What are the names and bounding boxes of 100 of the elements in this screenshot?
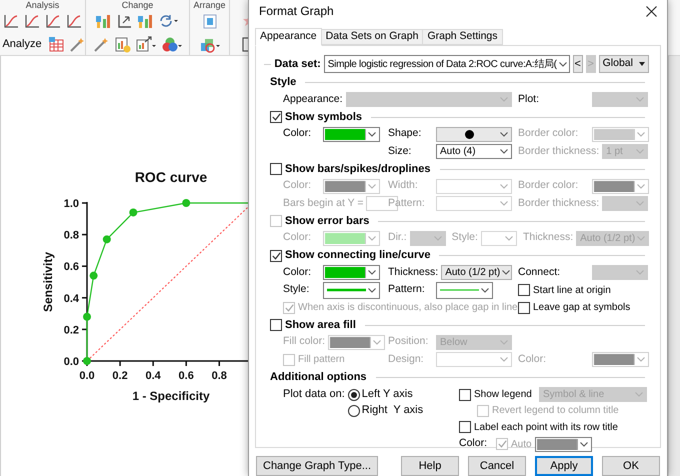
checkmark-icon: [272, 113, 280, 121]
axes-icon[interactable]: [116, 13, 133, 30]
axis-tick-label: 0.4: [64, 292, 79, 305]
checkbox[interactable]: [270, 250, 282, 262]
combo-box[interactable]: Auto (4): [436, 144, 512, 160]
curve-chart-icon[interactable]: [2, 13, 20, 30]
field-label: Color:: [518, 352, 548, 367]
scrollbar[interactable]: [668, 56, 680, 476]
bar-chart-icon[interactable]: [137, 13, 154, 30]
chart-add-icon[interactable]: [114, 36, 130, 53]
checkbox[interactable]: [270, 163, 282, 175]
checkbox[interactable]: [518, 302, 530, 314]
dropdown[interactable]: Auto (1/2 pt): [441, 265, 512, 280]
caret-icon: [368, 132, 376, 137]
checkbox-label: Auto: [511, 438, 532, 452]
dialog-button[interactable]: Help: [401, 456, 459, 476]
axis-tick-label: 0.8: [212, 370, 227, 382]
caret-icon: [481, 288, 489, 293]
ribbon-group-label: Analysis: [26, 0, 60, 10]
field-label: Color:: [283, 126, 312, 142]
line-style-dropdown[interactable]: [323, 282, 380, 299]
dropdown[interactable]: Simple logistic regression of Data 2:ROC curve:A:结局(: [324, 55, 570, 73]
axis-tick-label: 0.0: [79, 370, 95, 382]
caret-icon: [368, 236, 376, 241]
dialog-button[interactable]: Apply: [535, 456, 593, 476]
checkbox-label: Label each point with its row title: [474, 420, 618, 434]
checkmark-icon: [284, 304, 294, 312]
field-label: Pattern:: [388, 282, 426, 298]
caret-icon: [500, 149, 508, 154]
field-label: Plot data on:: [283, 387, 345, 402]
checkbox-label: When axis is discontinuous, also place gap in line: [298, 301, 518, 316]
field-label: Dir.:: [388, 230, 407, 246]
checkbox[interactable]: [270, 111, 282, 123]
caret-icon: [368, 270, 376, 276]
caret-icon: [368, 184, 376, 189]
field-label: Border color:: [518, 178, 580, 194]
tab[interactable]: Data Sets on Graph: [322, 29, 424, 45]
checkmark-icon: [272, 252, 280, 260]
caret-icon: [500, 97, 508, 102]
caret-icon: [637, 236, 646, 241]
caret-icon: [638, 62, 645, 66]
dialog-button[interactable]: Change Graph Type...: [256, 456, 378, 476]
magic-wand-icon[interactable]: [68, 36, 86, 53]
section-title: Show area fill: [285, 318, 356, 333]
curve-chart-icon[interactable]: [24, 13, 40, 30]
tab[interactable]: Graph Settings: [423, 29, 502, 45]
section-title: Show symbols: [285, 110, 362, 125]
field-label: Thickness:: [388, 264, 438, 280]
field-label: Thickness:: [522, 230, 574, 246]
caret-icon: [500, 132, 508, 137]
chart-title: ROC curve: [134, 169, 208, 185]
checkbox[interactable]: [518, 284, 530, 296]
tab[interactable]: Appearance: [255, 28, 322, 46]
color-dropdown[interactable]: [534, 436, 592, 452]
field-label: Design:: [388, 352, 425, 367]
checkmark-icon: [498, 440, 506, 448]
section-title: Show error bars: [285, 214, 370, 229]
square-icon[interactable]: [201, 13, 218, 30]
radio-label: Left Y axis: [362, 387, 413, 402]
bar-chart-icon[interactable]: [95, 13, 112, 30]
checkbox-label: Show legend: [474, 388, 532, 402]
color-circles-icon[interactable]: [160, 36, 182, 53]
window-title: Format Graph: [259, 3, 334, 20]
previous-button[interactable]: <: [572, 55, 583, 73]
color-dropdown[interactable]: [323, 265, 380, 280]
radio-button[interactable]: [348, 404, 360, 416]
checkbox[interactable]: [270, 319, 282, 331]
caret-icon: [635, 392, 643, 397]
line-style-dropdown[interactable]: [436, 282, 493, 299]
section-title: Style: [270, 75, 296, 90]
field-label: Shape:: [388, 126, 422, 142]
field-label: Color:: [459, 436, 488, 452]
radio-button[interactable]: [348, 388, 360, 400]
checkbox-label: Revert legend to column title: [492, 404, 619, 418]
magic-wand-icon[interactable]: [92, 36, 110, 53]
checkbox[interactable]: [459, 421, 471, 433]
field-label: Style:: [283, 282, 310, 298]
field-label: Color:: [283, 178, 312, 194]
color-dropdown[interactable]: [323, 126, 380, 142]
dialog-button[interactable]: OK: [602, 456, 660, 476]
dropdown[interactable]: [436, 126, 512, 142]
caret-icon: [580, 442, 588, 446]
checkbox-label: Start line at origin: [533, 284, 611, 298]
axis-tick-label: 1.0: [64, 198, 79, 210]
dialog-button[interactable]: Cancel: [468, 456, 526, 476]
field-label: Pattern:: [388, 196, 426, 211]
analyze-button[interactable]: Analyze: [0, 36, 44, 52]
checkbox[interactable]: [459, 388, 471, 400]
table-icon[interactable]: [48, 36, 65, 53]
field-label: Color:: [283, 230, 312, 246]
field-label: Border color:: [518, 126, 580, 142]
curve-chart-icon[interactable]: [66, 13, 82, 30]
field-label: Style:: [452, 230, 478, 246]
curve-chart-icon[interactable]: [44, 13, 62, 30]
scope-dropdown[interactable]: Global: [598, 55, 649, 73]
field-label: Connect:: [518, 264, 562, 280]
axis-tick-label: 0.2: [64, 324, 79, 336]
caret-icon: [504, 236, 513, 241]
axis-tick-label: 0.6: [178, 370, 194, 382]
chart-export-icon[interactable]: [134, 36, 156, 53]
